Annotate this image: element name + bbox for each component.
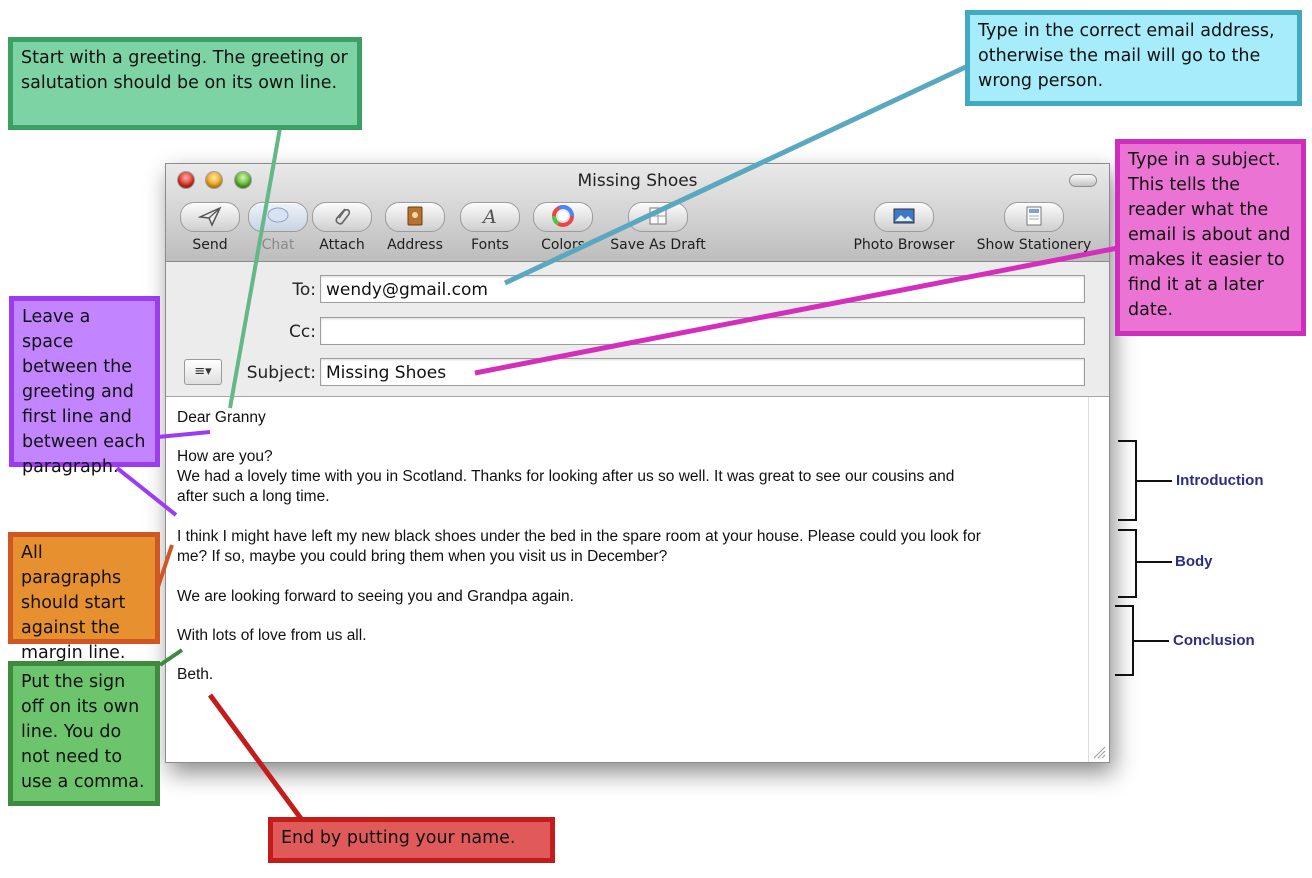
chat-button[interactable]: Chat: [246, 202, 310, 254]
colors-label: Colors: [541, 237, 585, 253]
colors-button[interactable]: Colors: [532, 202, 594, 254]
fonts-button[interactable]: A Fonts: [460, 202, 520, 254]
save-as-draft-button[interactable]: Save As Draft: [606, 202, 710, 254]
window-toolbar: Missing Shoes Send Chat Attach Address A…: [166, 164, 1109, 262]
window-title: Missing Shoes: [577, 171, 698, 191]
intro-line-1: How are you?: [177, 448, 273, 465]
introduction-bracket: [1118, 440, 1172, 521]
send-button[interactable]: Send: [178, 202, 242, 254]
greeting-callout: Start with a greeting. The greeting or s…: [8, 37, 362, 130]
subject-field[interactable]: Missing Shoes: [320, 358, 1085, 386]
mail-compose-window: Missing Shoes Send Chat Attach Address A…: [165, 163, 1110, 763]
photo-icon: [893, 208, 915, 224]
address-button[interactable]: Address: [382, 202, 448, 254]
body-label: Body: [1175, 553, 1213, 570]
fonts-icon: A: [481, 206, 497, 227]
photo-browser-button[interactable]: Photo Browser: [849, 202, 959, 254]
body-bracket: [1118, 529, 1172, 598]
stationery-icon: [1026, 206, 1042, 226]
cc-field[interactable]: [320, 317, 1085, 345]
greeting-line: Dear Granny: [177, 409, 266, 426]
signature-line: Beth.: [177, 666, 214, 683]
email-callout: Type in the correct email address, other…: [965, 10, 1302, 106]
address-label: Address: [387, 237, 443, 253]
chat-label: Chat: [261, 237, 295, 253]
color-wheel-icon: [552, 205, 574, 227]
send-icon: [198, 206, 222, 227]
conclusion-line: We are looking forward to seeing you and…: [177, 588, 574, 605]
attach-button[interactable]: Attach: [312, 202, 372, 254]
show-stationery-button[interactable]: Show Stationery: [972, 202, 1096, 254]
body-line-2: me? If so, maybe you could bring them wh…: [177, 548, 668, 565]
paperclip-icon: [335, 208, 351, 225]
to-field[interactable]: wendy@gmail.com: [320, 275, 1085, 303]
conclusion-label: Conclusion: [1173, 632, 1255, 649]
message-body[interactable]: Dear Granny How are you? We had a lovely…: [166, 397, 1109, 762]
save-as-draft-label: Save As Draft: [610, 237, 706, 253]
show-stationery-label: Show Stationery: [976, 237, 1092, 253]
message-header-fields: To: wendy@gmail.com Cc: ≡▾ Subject: Miss…: [166, 262, 1109, 397]
resize-grip-icon[interactable]: [1092, 745, 1106, 759]
fonts-label: Fonts: [471, 237, 509, 253]
attach-label: Attach: [319, 237, 365, 253]
conclusion-bracket: [1115, 605, 1169, 676]
name-callout: End by putting your name.: [268, 817, 555, 863]
chat-icon: [267, 207, 289, 223]
cc-label: Cc:: [289, 322, 316, 342]
body-line-1: I think I might have left my new black s…: [177, 528, 981, 545]
draft-icon: [649, 207, 667, 225]
introduction-label: Introduction: [1176, 472, 1264, 489]
closing-line: With lots of love from us all.: [177, 627, 367, 644]
to-label: To:: [292, 280, 316, 300]
intro-line-3: after such a long time.: [177, 488, 330, 505]
subject-label: Subject:: [246, 363, 316, 383]
toolbar-toggle-button[interactable]: [1069, 174, 1097, 187]
spacing-callout: Leave a space between the greeting and f…: [9, 296, 160, 477]
vertical-scrollbar[interactable]: [1088, 397, 1109, 762]
photo-browser-label: Photo Browser: [853, 237, 955, 253]
address-book-icon: [407, 206, 423, 226]
send-label: Send: [192, 237, 228, 253]
intro-line-2: We had a lovely time with you in Scotlan…: [177, 468, 955, 485]
svg-text:A: A: [481, 206, 497, 227]
paragraph-margin-callout: All paragraphs should start against the …: [8, 532, 160, 663]
subject-callout: Type in a subject. This tells the reader…: [1115, 139, 1306, 336]
signoff-callout: Put the sign off on its own line. You do…: [8, 661, 160, 806]
